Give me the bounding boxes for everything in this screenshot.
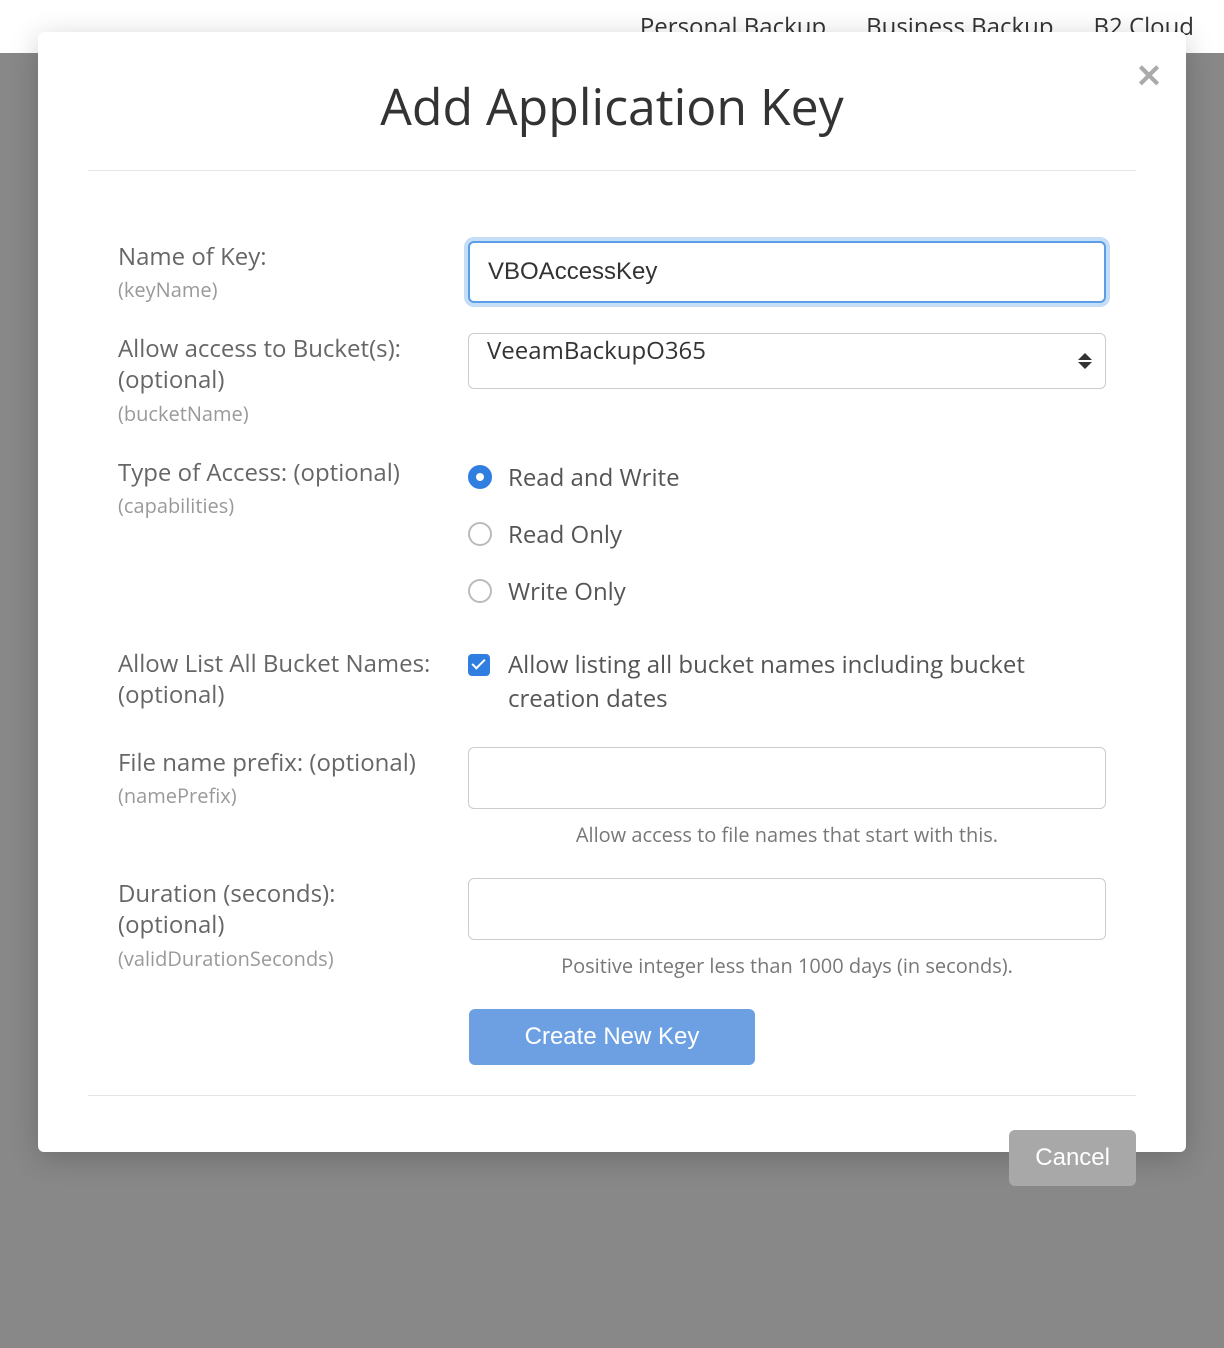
- field-key-name: Name of Key: (keyName): [118, 241, 1106, 303]
- control-duration: Positive integer less than 1000 days (in…: [468, 878, 1106, 979]
- label-sub: (namePrefix): [118, 782, 448, 809]
- label-list-all: Allow List All Bucket Names: (optional): [118, 648, 448, 710]
- radio-label: Write Only: [508, 575, 626, 608]
- label-bucket: Allow access to Bucket(s): (optional) (b…: [118, 333, 448, 426]
- modal-body: Name of Key: (keyName) Allow access to B…: [38, 171, 1186, 1095]
- label-text: Type of Access: (optional): [118, 457, 448, 488]
- checkbox-label: Allow listing all bucket names including…: [508, 648, 1106, 718]
- radio-label: Read and Write: [508, 461, 680, 494]
- name-prefix-help: Allow access to file names that start wi…: [468, 821, 1106, 848]
- radio-icon: [468, 465, 492, 489]
- label-text: Allow access to Bucket(s): (optional): [118, 333, 448, 395]
- add-app-key-modal: Add Application Key ✕ Name of Key: (keyN…: [38, 32, 1186, 1152]
- duration-help: Positive integer less than 1000 days (in…: [468, 952, 1106, 979]
- control-bucket: VeeamBackupO365: [468, 333, 1106, 389]
- radio-write-only[interactable]: Write Only: [468, 575, 1106, 608]
- modal-footer: Cancel: [88, 1095, 1136, 1186]
- label-sub: (capabilities): [118, 492, 448, 519]
- label-text: Allow List All Bucket Names: (optional): [118, 648, 448, 710]
- submit-row: Create New Key: [118, 1009, 1106, 1065]
- key-name-input[interactable]: [468, 241, 1106, 303]
- label-key-name: Name of Key: (keyName): [118, 241, 448, 303]
- label-text: File name prefix: (optional): [118, 747, 448, 778]
- label-text: Duration (seconds): (optional): [118, 878, 448, 940]
- field-name-prefix: File name prefix: (optional) (namePrefix…: [118, 747, 1106, 848]
- label-access-type: Type of Access: (optional) (capabilities…: [118, 457, 448, 519]
- label-sub: (keyName): [118, 276, 448, 303]
- radio-icon: [468, 522, 492, 546]
- field-duration: Duration (seconds): (optional) (validDur…: [118, 878, 1106, 979]
- modal-header: Add Application Key ✕: [88, 32, 1136, 171]
- label-sub: (validDurationSeconds): [118, 945, 448, 972]
- radio-label: Read Only: [508, 518, 622, 551]
- close-icon[interactable]: ✕: [1134, 60, 1164, 90]
- control-list-all: Allow listing all bucket names including…: [468, 648, 1106, 718]
- label-duration: Duration (seconds): (optional) (validDur…: [118, 878, 448, 971]
- bucket-select[interactable]: VeeamBackupO365: [468, 333, 1106, 389]
- field-access-type: Type of Access: (optional) (capabilities…: [118, 457, 1106, 608]
- radio-read-only[interactable]: Read Only: [468, 518, 1106, 551]
- label-name-prefix: File name prefix: (optional) (namePrefix…: [118, 747, 448, 809]
- name-prefix-input[interactable]: [468, 747, 1106, 809]
- label-sub: (bucketName): [118, 400, 448, 427]
- field-bucket: Allow access to Bucket(s): (optional) (b…: [118, 333, 1106, 426]
- field-list-all: Allow List All Bucket Names: (optional) …: [118, 648, 1106, 718]
- list-all-checkbox[interactable]: [468, 654, 490, 676]
- access-radio-group: Read and Write Read Only Write Only: [468, 457, 1106, 608]
- cancel-button[interactable]: Cancel: [1009, 1130, 1136, 1186]
- create-key-button[interactable]: Create New Key: [469, 1009, 756, 1065]
- label-text: Name of Key:: [118, 241, 448, 272]
- duration-input[interactable]: [468, 878, 1106, 940]
- radio-icon: [468, 579, 492, 603]
- modal-title: Add Application Key: [88, 72, 1136, 140]
- radio-read-write[interactable]: Read and Write: [468, 461, 1106, 494]
- control-name-prefix: Allow access to file names that start wi…: [468, 747, 1106, 848]
- control-key-name: [468, 241, 1106, 303]
